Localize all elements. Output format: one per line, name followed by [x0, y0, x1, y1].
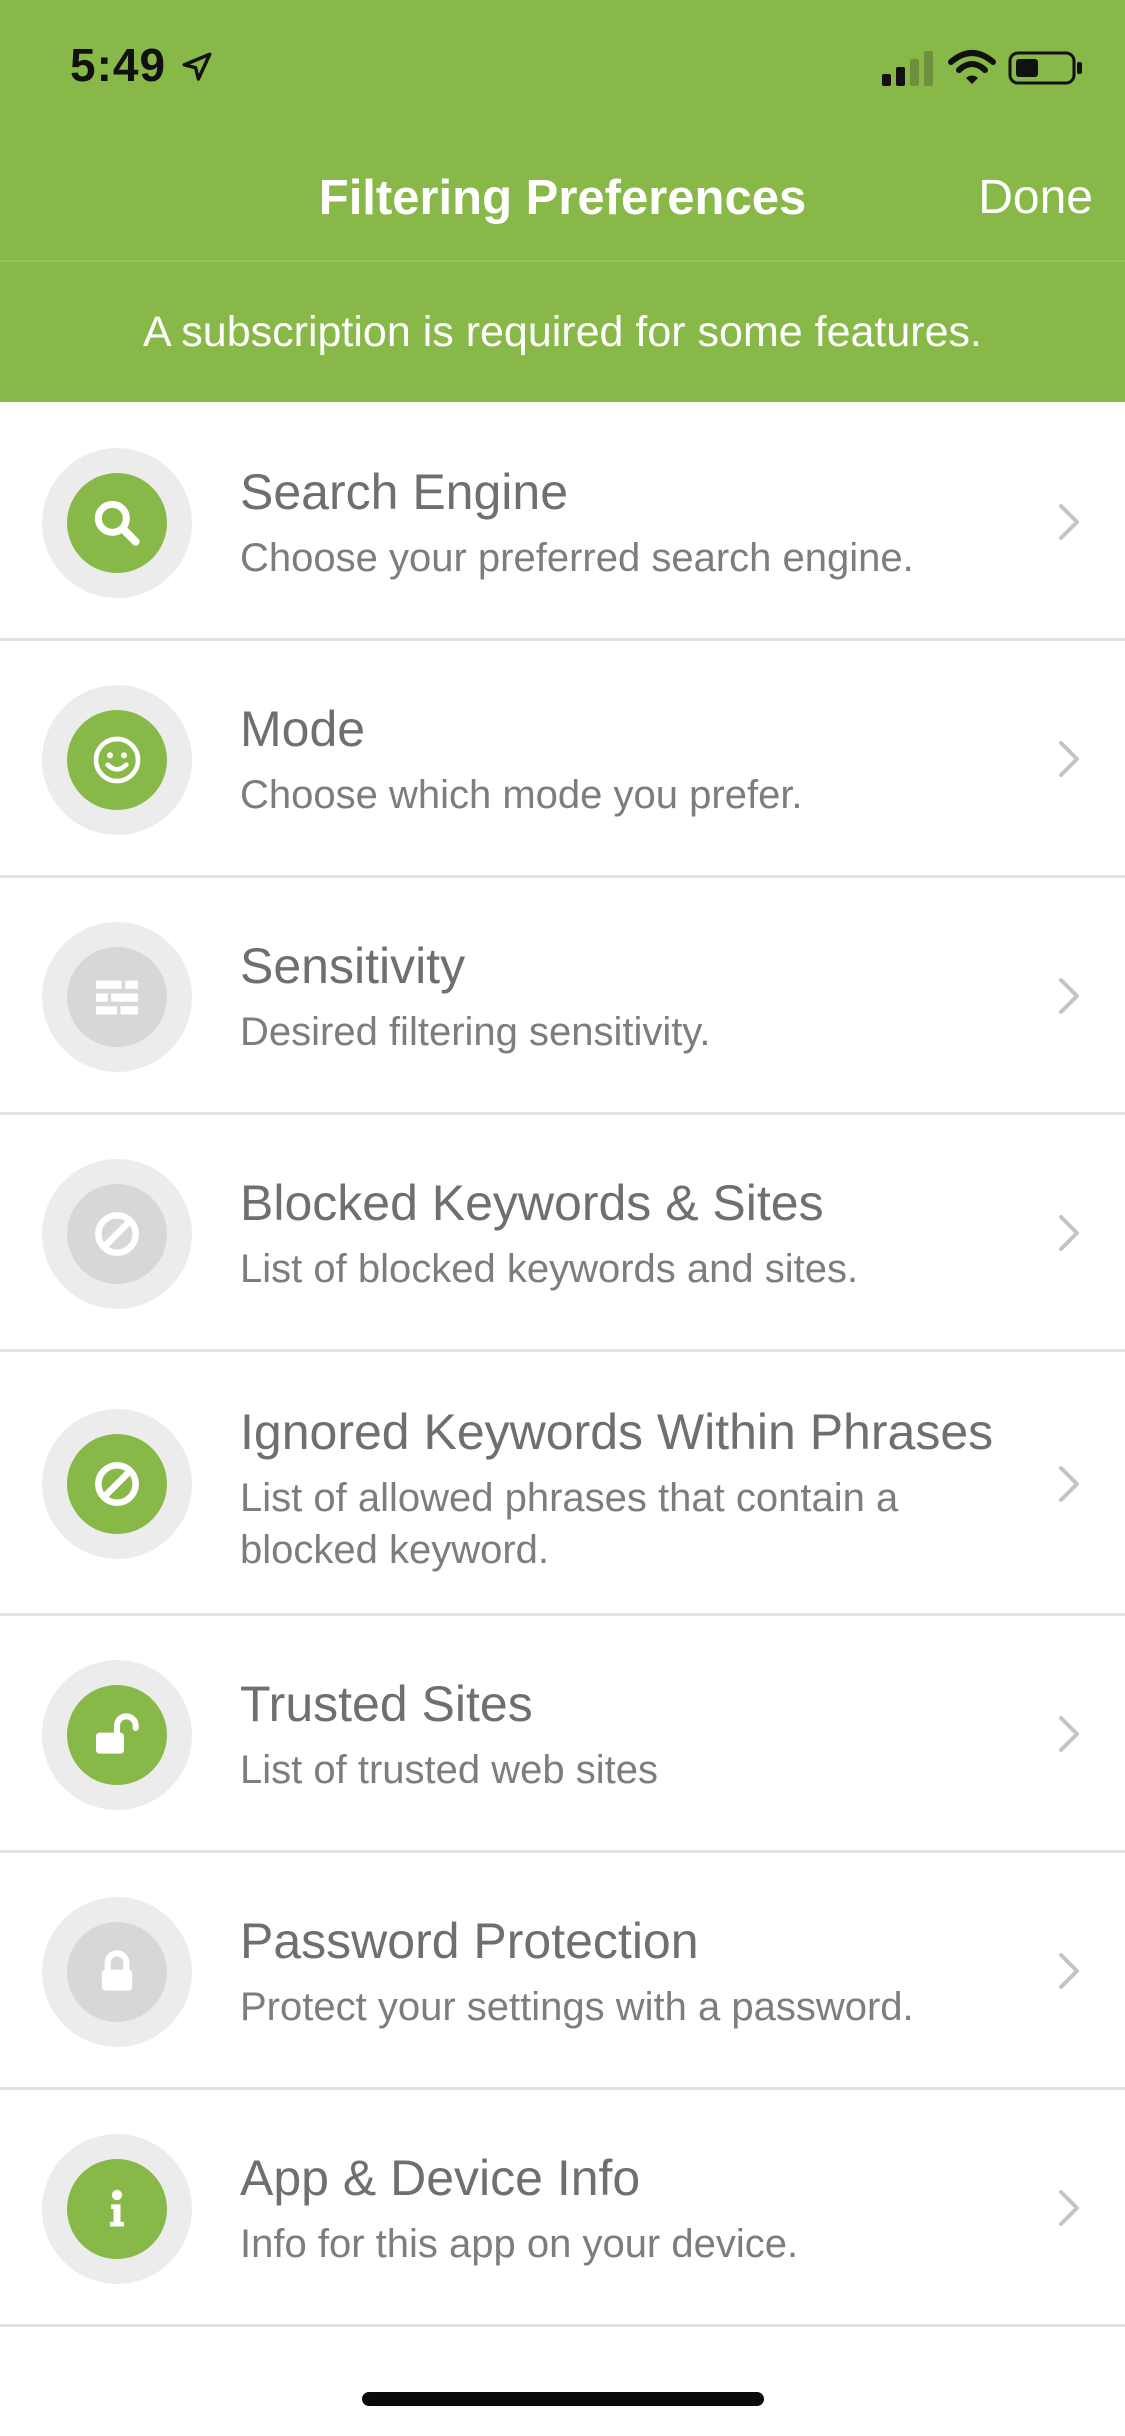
row-title: Blocked Keywords & Sites	[240, 1175, 824, 1231]
wifi-icon	[948, 50, 996, 84]
row-subtitle: List of allowed phrases that contain a b…	[240, 1476, 899, 1572]
preferences-list: Search Engine Choose your preferred sear…	[0, 404, 1125, 2327]
row-subtitle: List of blocked keywords and sites.	[240, 1247, 859, 1291]
row-search-engine[interactable]: Search Engine Choose your preferred sear…	[0, 404, 1125, 641]
subscription-banner-text: A subscription is required for some feat…	[143, 307, 982, 356]
row-subtitle: Protect your settings with a password.	[240, 1985, 914, 2029]
sensitivity-icon-badge	[42, 922, 192, 1072]
sliders-icon	[96, 980, 138, 1015]
row-sensitivity[interactable]: Sensitivity Desired filtering sensitivit…	[0, 878, 1125, 1115]
row-subtitle: List of trusted web sites	[240, 1748, 658, 1792]
chevron-right-icon	[1059, 1953, 1079, 1989]
row-title: Password Protection	[240, 1913, 699, 1969]
mode-icon-badge	[42, 685, 192, 835]
smiley-icon	[93, 736, 141, 784]
password-protection-icon-badge	[42, 1897, 192, 2047]
chevron-right-icon	[1059, 1215, 1079, 1251]
app-device-info-icon-badge	[42, 2134, 192, 2284]
row-title: Trusted Sites	[240, 1676, 533, 1732]
row-subtitle: Info for this app on your device.	[240, 2222, 799, 2266]
chevron-right-icon	[1059, 504, 1079, 540]
chevron-right-icon	[1059, 978, 1079, 1014]
search-icon	[94, 500, 140, 546]
done-button[interactable]: Done	[978, 170, 1093, 225]
row-title: Mode	[240, 701, 366, 757]
unlock-icon	[96, 1713, 139, 1754]
page-title: Filtering Preferences	[318, 171, 807, 225]
status-bar: 5:49	[0, 0, 1125, 130]
filtering-preferences-screen: 5:49 Filtering Preferences Done A subscr…	[0, 0, 1125, 2436]
chevron-right-icon	[1059, 741, 1079, 777]
chevron-right-icon	[1059, 1466, 1079, 1502]
header: 5:49 Filtering Preferences Done A subscr…	[0, 0, 1125, 402]
trusted-sites-icon-badge	[42, 1660, 192, 1810]
row-subtitle: Desired filtering sensitivity.	[240, 1010, 711, 1054]
status-time: 5:49	[70, 39, 167, 91]
row-mode[interactable]: Mode Choose which mode you prefer.	[0, 641, 1125, 878]
search-engine-icon-badge	[42, 448, 192, 598]
subscription-banner: A subscription is required for some feat…	[0, 262, 1125, 402]
cellular-signal-icon	[882, 51, 933, 86]
row-ignored-keywords-within-phrases[interactable]: Ignored Keywords Within Phrases List of …	[0, 1352, 1125, 1616]
chevron-right-icon	[1059, 2190, 1079, 2226]
block-icon	[95, 1212, 139, 1256]
lock-icon	[101, 1950, 133, 1991]
row-trusted-sites[interactable]: Trusted Sites List of trusted web sites	[0, 1616, 1125, 1853]
row-title: App & Device Info	[240, 2150, 641, 2206]
battery-icon	[1008, 51, 1082, 85]
row-subtitle: Choose your preferred search engine.	[240, 536, 914, 580]
row-password-protection[interactable]: Password Protection Protect your setting…	[0, 1853, 1125, 2090]
blocked-keywords-icon-badge	[42, 1159, 192, 1309]
navigation-bar: Filtering Preferences Done	[0, 130, 1125, 262]
row-subtitle: Choose which mode you prefer.	[240, 773, 803, 817]
block-icon	[95, 1462, 139, 1506]
home-indicator[interactable]	[362, 2392, 764, 2406]
row-app-device-info[interactable]: App & Device Info Info for this app on y…	[0, 2090, 1125, 2327]
row-blocked-keywords-sites[interactable]: Blocked Keywords & Sites List of blocked…	[0, 1115, 1125, 1352]
ignored-keywords-icon-badge	[42, 1409, 192, 1559]
location-arrow-icon	[182, 52, 212, 81]
info-icon	[110, 2189, 124, 2227]
chevron-right-icon	[1059, 1716, 1079, 1752]
row-title: Ignored Keywords Within Phrases	[240, 1404, 994, 1460]
row-title: Sensitivity	[240, 938, 466, 994]
row-title: Search Engine	[240, 464, 569, 520]
